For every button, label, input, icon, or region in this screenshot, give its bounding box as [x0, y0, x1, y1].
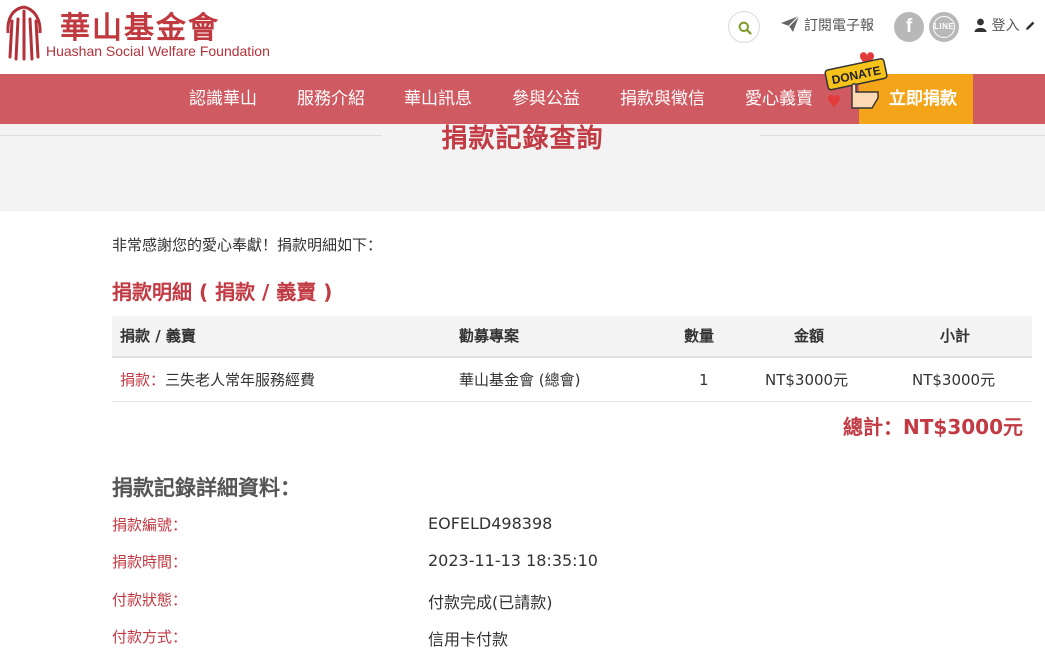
col-project: 勸募專案: [459, 327, 520, 345]
col-qty: 數量: [684, 327, 715, 345]
login-label: 登入: [991, 18, 1020, 34]
subscribe-label: 訂閱電子報: [804, 18, 874, 34]
col-amount: 金額: [794, 327, 825, 345]
nav-item-services[interactable]: 服務介紹: [297, 74, 365, 124]
paper-plane-icon: [781, 15, 800, 32]
field-label-donation-time: 捐款時間：: [112, 553, 188, 571]
row-amount: NT$3000元: [765, 371, 849, 389]
nav-item-charity-sale[interactable]: 愛心義賣: [745, 74, 813, 124]
site-logo[interactable]: 華山基金會 Huashan Social Welfare Foundation: [4, 3, 274, 65]
row-item: 三失老人常年服務經費: [165, 371, 316, 389]
nav-item-about[interactable]: 認識華山: [189, 74, 257, 124]
table-header: 捐款 / 義賣 勸募專案 數量 金額 小計: [112, 316, 1032, 358]
col-type: 捐款 / 義賣: [120, 327, 196, 345]
search-icon: [738, 21, 752, 35]
donate-hand-icon[interactable]: DONATE: [822, 50, 892, 116]
thanks-message: 非常感謝您的愛心奉獻！捐款明細如下：: [112, 236, 383, 254]
logo-mark-icon: [6, 5, 42, 61]
row-type-item: 捐款：三失老人常年服務經費: [120, 358, 315, 402]
total-amount: 總計：NT$3000元: [843, 415, 1023, 439]
nav-item-participate[interactable]: 參與公益: [512, 74, 580, 124]
pencil-icon: [1025, 21, 1035, 30]
row-type: 捐款：: [120, 371, 166, 389]
col-subtotal: 小計: [940, 327, 971, 345]
user-icon: [974, 18, 987, 32]
field-label-donation-number: 捐款編號：: [112, 516, 188, 534]
line-icon[interactable]: LINE: [929, 12, 959, 42]
field-value-donation-number: EOFELD498398: [428, 514, 553, 533]
line-icon-label: LINE: [933, 16, 955, 38]
row-project: 華山基金會 (總會): [459, 371, 581, 389]
record-details-heading: 捐款記錄詳細資料：: [112, 476, 301, 500]
field-label-payment-status: 付款狀態：: [112, 591, 188, 609]
row-subtotal: NT$3000元: [912, 371, 996, 389]
nav-item-donation-credit[interactable]: 捐款與徵信: [620, 74, 705, 124]
facebook-icon[interactable]: f: [894, 12, 924, 42]
field-label-payment-method: 付款方式：: [112, 628, 188, 646]
search-button[interactable]: [728, 11, 760, 43]
donation-detail-heading: 捐款明細 ( 捐款 / 義賣 ): [112, 280, 333, 304]
login-link[interactable]: 登入: [974, 15, 1036, 35]
subscribe-newsletter-link[interactable]: 訂閱電子報: [780, 15, 874, 35]
table-row: 捐款：三失老人常年服務經費 華山基金會 (總會) 1 NT$3000元 NT$3…: [112, 358, 1032, 402]
field-value-donation-time: 2023-11-13 18:35:10: [428, 551, 598, 570]
nav-item-news[interactable]: 華山訊息: [404, 74, 472, 124]
row-qty: 1: [699, 371, 709, 389]
field-value-payment-status: 付款完成(已請款): [428, 593, 553, 612]
logo-title: 華山基金會: [60, 11, 220, 46]
page-title: 捐款記錄查詢: [441, 124, 604, 154]
logo-subtitle: Huashan Social Welfare Foundation: [46, 43, 270, 59]
field-value-payment-method: 信用卡付款: [428, 630, 509, 649]
